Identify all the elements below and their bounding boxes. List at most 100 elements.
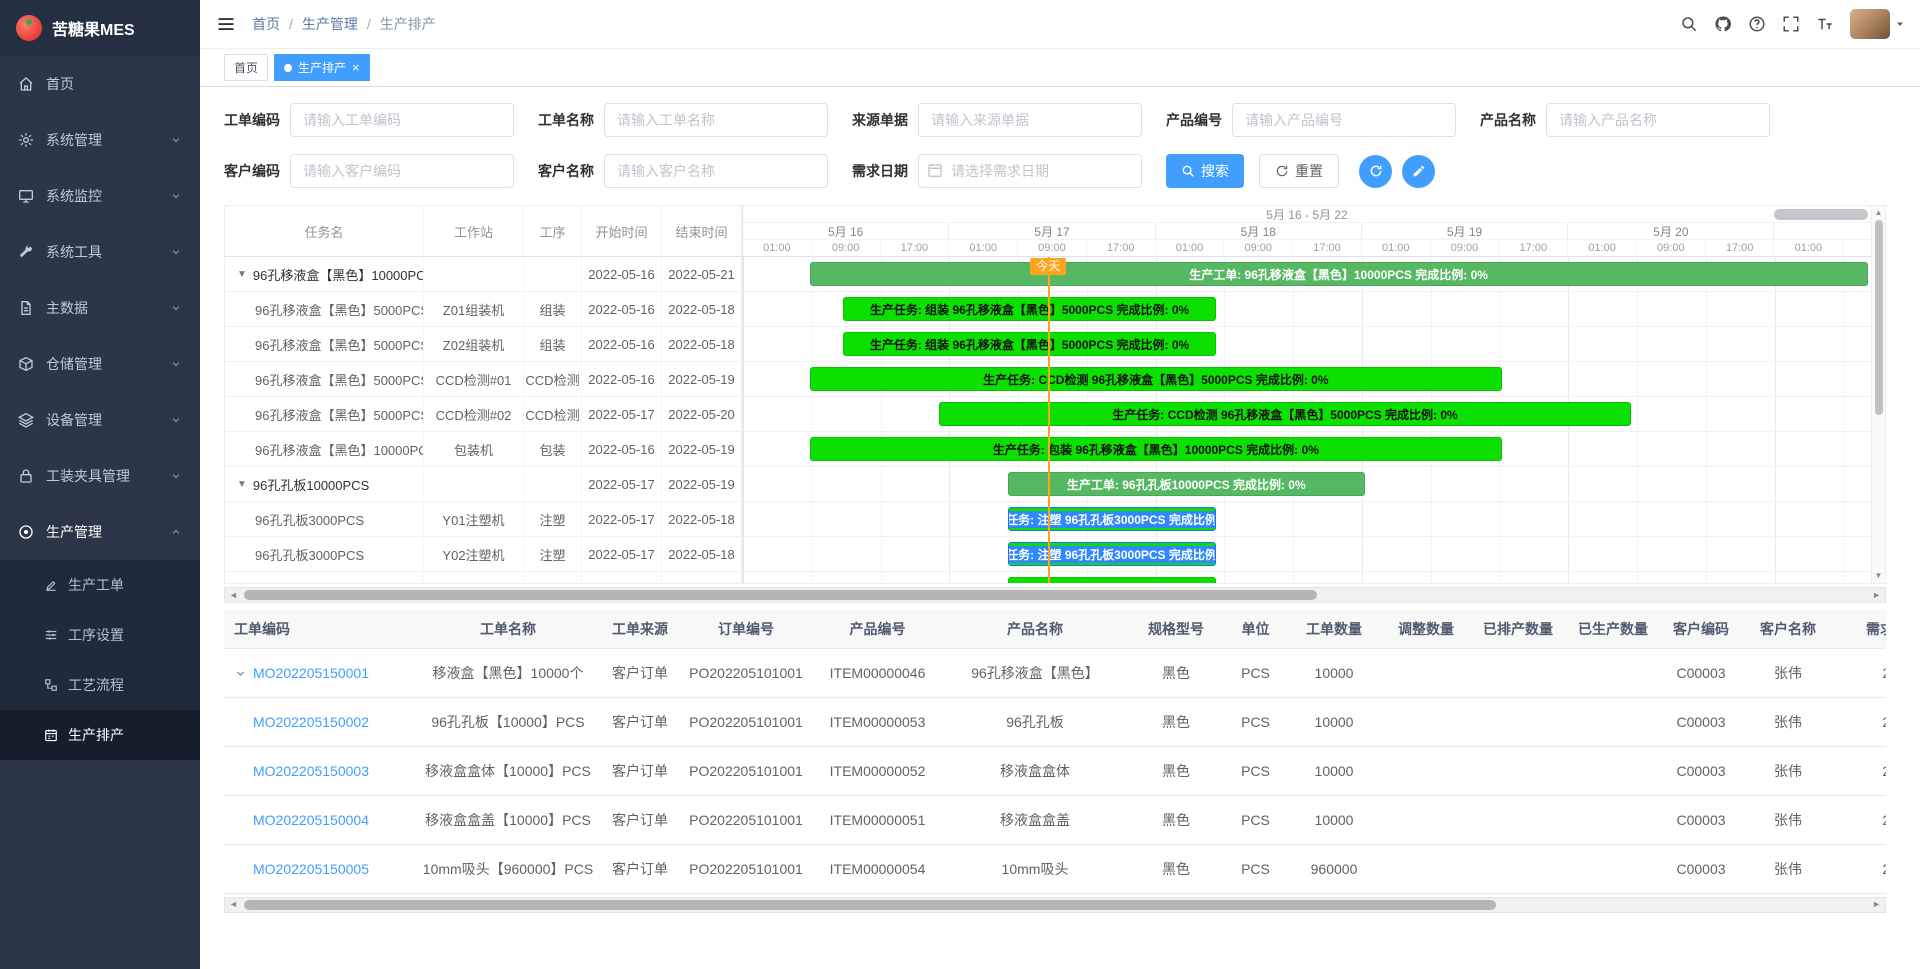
sidebar-item-3[interactable]: 系统工具 — [0, 224, 200, 280]
filter-field: 工单编码 — [224, 103, 514, 137]
order-code-link[interactable]: MO202205150002 — [253, 714, 369, 730]
sidebar-subitem-1[interactable]: 工序设置 — [0, 610, 200, 660]
breadcrumb-item[interactable]: 生产管理 — [302, 14, 358, 34]
sidebar-subitem-0[interactable]: 生产工单 — [0, 560, 200, 610]
order-bar[interactable]: 生产工单: 96孔移液盒【黑色】10000PCS 完成比例: 0% — [810, 262, 1868, 286]
sidebar-item-0[interactable]: 首页 — [0, 56, 200, 112]
task-bar[interactable]: 生产任务: 注塑 96孔孔板3000PCS 完成比例: 0% — [1008, 542, 1216, 566]
sidebar: 苦糖果MES 首页系统管理系统监控系统工具主数据仓储管理设备管理工装夹具管理生产… — [0, 0, 200, 969]
tree-expanded-icon[interactable]: ▼ — [237, 479, 247, 490]
gantt-header-scroll-thumb[interactable] — [1774, 209, 1868, 220]
font-size-icon[interactable] — [1816, 15, 1834, 33]
table-row[interactable]: MO202205150001移液盒【黑色】10000个客户订单PO2022051… — [224, 648, 1886, 697]
task-bar[interactable]: 生产任务: 组装 96孔移液盒【黑色】5000PCS 完成比例: 0% — [843, 297, 1215, 321]
gantt-horizontal-scrollbar[interactable]: ◄ ► — [224, 587, 1886, 603]
gantt-hscroll-track[interactable] — [242, 590, 1868, 600]
logo[interactable]: 苦糖果MES — [0, 0, 200, 56]
filter-input-wrap — [918, 103, 1142, 137]
bar-label: 生产任务: 组装 96孔移液盒【黑色】5000PCS 完成比例: 0% — [870, 336, 1189, 353]
pencil-circle-button[interactable] — [1402, 155, 1435, 188]
gantt-task-row[interactable]: 96孔移液盒【黑色】5000PCSCCD检测#01CCD检测2022-05-16… — [225, 362, 742, 397]
table-hscroll-thumb[interactable] — [244, 900, 1496, 910]
search-icon[interactable] — [1680, 15, 1698, 33]
fullscreen-icon[interactable] — [1782, 15, 1800, 33]
table-row[interactable]: MO202205150003移液盒盒体【10000】PCS客户订单PO20220… — [224, 746, 1886, 795]
sidebar-item-6[interactable]: 设备管理 — [0, 392, 200, 448]
help-icon[interactable] — [1748, 15, 1766, 33]
filter-input[interactable] — [918, 103, 1142, 137]
filter-input[interactable] — [918, 154, 1142, 188]
filter-input[interactable] — [290, 154, 514, 188]
task-name-cell: 96孔移液盒【黑色】5000PCS — [225, 397, 424, 431]
sidebar-subitem-3[interactable]: 生产排产 — [0, 710, 200, 760]
scroll-right-icon[interactable]: ► — [1872, 900, 1881, 909]
reset-button[interactable]: 重置 — [1259, 154, 1339, 188]
table-row[interactable]: MO20220515000510mm吸头【960000】PCS客户订单PO202… — [224, 844, 1886, 893]
sidebar-item-5[interactable]: 仓储管理 — [0, 336, 200, 392]
order-bar[interactable]: 生产工单: 96孔孔板10000PCS 完成比例: 0% — [1008, 472, 1364, 496]
sidebar-item-1[interactable]: 系统管理 — [0, 112, 200, 168]
filter-input[interactable] — [1232, 103, 1456, 137]
task-bar[interactable]: 生产任务: 组装 96孔移液盒【黑色】5000PCS 完成比例: 0% — [843, 332, 1215, 356]
table-hscroll-track[interactable] — [242, 900, 1868, 910]
user-menu[interactable] — [1850, 9, 1906, 39]
order-code-link[interactable]: MO202205150005 — [253, 861, 369, 877]
gantt-bars: 生产工单: 96孔移液盒【黑色】10000PCS 完成比例: 0% 生产任务: 组… — [743, 257, 1871, 583]
tags-view-tab-0[interactable]: 首页 — [224, 54, 268, 81]
filter-field: 产品名称 — [1480, 103, 1770, 137]
filter-input[interactable] — [1546, 103, 1770, 137]
gantt-task-row[interactable]: 96孔移液盒【黑色】5000PCSZ02组装机组装2022-05-162022-… — [225, 327, 742, 362]
close-icon[interactable]: × — [352, 61, 360, 74]
filter-input[interactable] — [290, 103, 514, 137]
sidebar-item-2[interactable]: 系统监控 — [0, 168, 200, 224]
search-button[interactable]: 搜索 — [1166, 154, 1244, 188]
task-bar[interactable]: 生产任务: CCD检测 96孔移液盒【黑色】5000PCS 完成比例: 0% — [939, 402, 1630, 426]
table-horizontal-scrollbar[interactable]: ◄ ► — [224, 897, 1886, 913]
scroll-down-icon[interactable]: ▼ — [1875, 571, 1883, 581]
cell-name: 移液盒盒盖【10000】PCS — [416, 795, 600, 844]
gantt-task-row[interactable]: 96孔移液盒【黑色】5000PCSCCD检测#02CCD检测2022-05-17… — [225, 397, 742, 432]
sidebar-item-label: 仓储管理 — [46, 354, 170, 374]
order-code-link[interactable]: MO202205150004 — [253, 812, 369, 828]
tags-view-tab-1[interactable]: 生产排产× — [274, 54, 370, 81]
cell-customer_code: C00003 — [1660, 795, 1742, 844]
row-expand-icon[interactable] — [234, 667, 247, 680]
task-start: 2022-05-16 — [582, 327, 662, 361]
sidebar-subitem-2[interactable]: 工艺流程 — [0, 660, 200, 710]
gantt-vscroll-thumb[interactable] — [1875, 220, 1883, 415]
gantt-task-row[interactable]: 96孔孔板3000PCSY02注塑机注塑2022-05-172022-05-18 — [225, 537, 742, 572]
github-icon[interactable] — [1714, 15, 1732, 33]
scroll-left-icon[interactable]: ◄ — [229, 900, 238, 909]
sidebar-item-8[interactable]: 生产管理 — [0, 504, 200, 560]
table-row[interactable]: MO20220515000296孔孔板【10000】PCS客户订单PO20220… — [224, 697, 1886, 746]
task-bar[interactable]: 生产任务: CCD检测 96孔移液盒【黑色】5000PCS 完成比例: 0% — [810, 367, 1503, 391]
orders-column-unit: 单位 — [1225, 610, 1286, 648]
task-bar[interactable]: 生产任务: 注塑 96孔孔板3000PCS 完成比例: 0% — [1008, 577, 1216, 583]
gantt-vscroll-track[interactable] — [1875, 220, 1883, 569]
table-row[interactable]: MO202205150004移液盒盒盖【10000】PCS客户订单PO20220… — [224, 795, 1886, 844]
gantt-task-row[interactable]: 96孔移液盒【黑色】5000PCSZ01组装机组装2022-05-162022-… — [225, 292, 742, 327]
breadcrumb-item[interactable]: 首页 — [252, 14, 280, 34]
gantt-hscroll-thumb[interactable] — [244, 590, 1317, 600]
scroll-up-icon[interactable]: ▲ — [1875, 208, 1883, 218]
sidebar-item-4[interactable]: 主数据 — [0, 280, 200, 336]
hamburger-icon[interactable] — [216, 14, 236, 34]
gantt-vertical-scrollbar[interactable]: ▲ ▼ — [1871, 206, 1885, 583]
gantt-task-row[interactable]: 96孔移液盒【黑色】10000PCS包装机包装2022-05-162022-05… — [225, 432, 742, 467]
gantt-task-row[interactable]: ▼96孔移液盒【黑色】10000PCS2022-05-162022-05-21 — [225, 257, 742, 292]
task-bar[interactable]: 生产任务: 注塑 96孔孔板3000PCS 完成比例: 0% — [1008, 507, 1216, 531]
gantt-task-row[interactable]: 96孔孔板3000PCSY03注塑机注塑2022-05-172022-05-18 — [225, 572, 742, 583]
order-code-link[interactable]: MO202205150003 — [253, 763, 369, 779]
filter-input[interactable] — [604, 154, 828, 188]
order-code-link[interactable]: MO202205150001 — [253, 665, 369, 681]
sync-circle-button[interactable] — [1359, 155, 1392, 188]
gantt-task-row[interactable]: ▼96孔孔板10000PCS2022-05-172022-05-19 — [225, 467, 742, 502]
sidebar-item-7[interactable]: 工装夹具管理 — [0, 448, 200, 504]
scroll-left-icon[interactable]: ◄ — [229, 591, 238, 600]
scroll-right-icon[interactable]: ► — [1872, 591, 1881, 600]
task-bar[interactable]: 生产任务: 包装 96孔移液盒【黑色】10000PCS 完成比例: 0% — [810, 437, 1503, 461]
tree-expanded-icon[interactable]: ▼ — [237, 269, 247, 280]
gantt-hour-label: 09:00 — [1018, 240, 1087, 256]
gantt-task-row[interactable]: 96孔孔板3000PCSY01注塑机注塑2022-05-172022-05-18 — [225, 502, 742, 537]
filter-input[interactable] — [604, 103, 828, 137]
